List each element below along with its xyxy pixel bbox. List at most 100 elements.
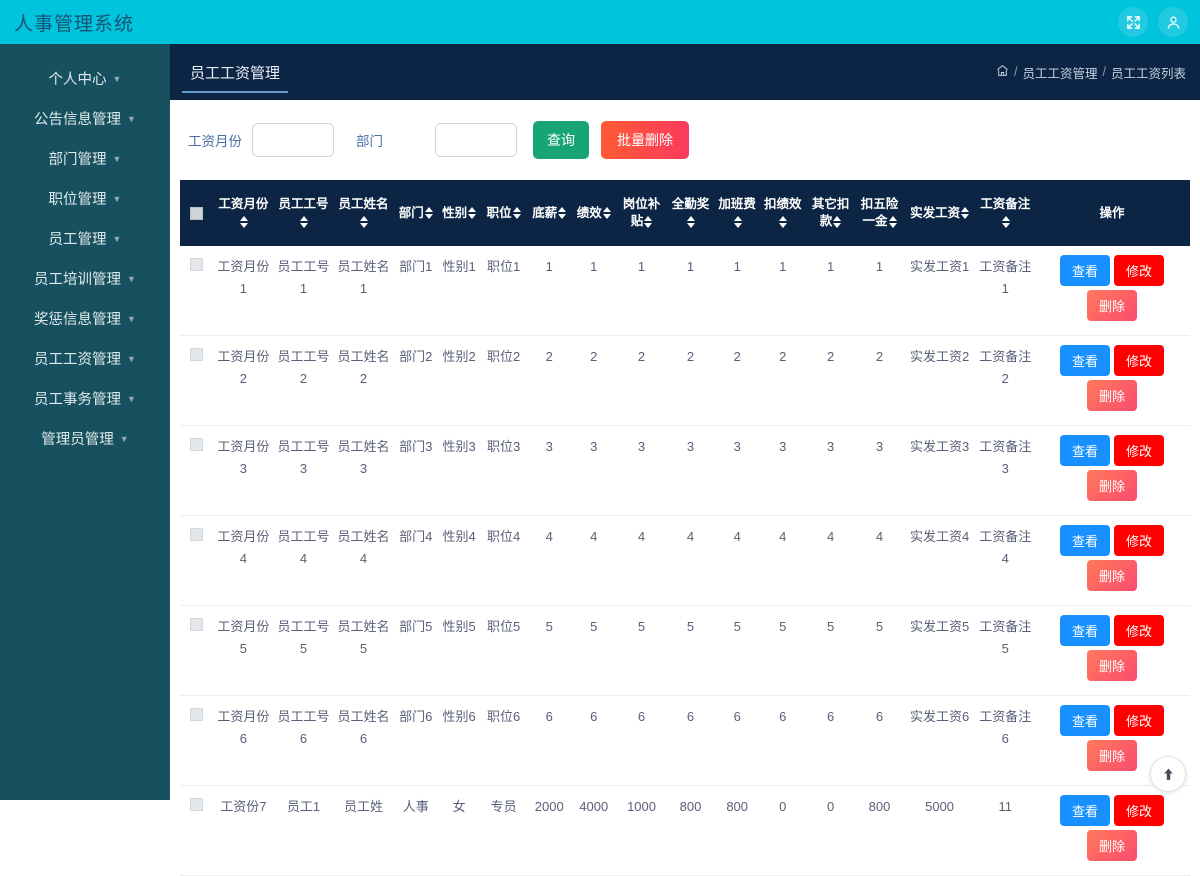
home-icon[interactable]: [996, 64, 1009, 80]
sort-icon[interactable]: [687, 216, 695, 228]
sort-icon[interactable]: [833, 216, 841, 228]
sort-icon[interactable]: [644, 216, 652, 228]
sort-icon[interactable]: [513, 207, 521, 219]
cell-net: 实发工资5: [903, 606, 976, 696]
sidebar-item-6[interactable]: 奖惩信息管理 ▼: [0, 298, 170, 338]
delete-button[interactable]: 删除: [1087, 290, 1137, 321]
back-to-top-button[interactable]: [1150, 756, 1186, 792]
delete-button[interactable]: 删除: [1087, 650, 1137, 681]
th-employee-no[interactable]: 员工工号: [273, 180, 333, 246]
edit-button[interactable]: 修改: [1114, 615, 1164, 646]
chevron-down-icon: ▼: [127, 395, 136, 404]
cell-dep: 部门1: [394, 246, 438, 336]
cell-note: 工资备注2: [976, 336, 1034, 426]
sort-icon[interactable]: [889, 216, 897, 228]
row-select-cell[interactable]: [180, 696, 213, 786]
row-checkbox[interactable]: [190, 438, 203, 451]
tab-salary-management[interactable]: 员工工资管理: [182, 62, 288, 93]
sort-icon[interactable]: [300, 216, 308, 228]
sidebar-item-0[interactable]: 个人中心 ▼: [0, 58, 170, 98]
salary-month-input[interactable]: [252, 123, 334, 157]
cell-oth: 6: [805, 696, 856, 786]
sort-icon[interactable]: [779, 216, 787, 228]
view-button[interactable]: 查看: [1060, 345, 1110, 376]
row-select-cell[interactable]: [180, 246, 213, 336]
th-net-salary[interactable]: 实发工资: [903, 180, 976, 246]
th-other-deduction[interactable]: 其它扣款: [805, 180, 856, 246]
cell-no: 员工工号4: [273, 516, 333, 606]
query-button[interactable]: 查询: [533, 121, 589, 159]
sidebar-item-8[interactable]: 员工事务管理 ▼: [0, 378, 170, 418]
th-post-subsidy[interactable]: 岗位补贴: [616, 180, 667, 246]
row-select-cell[interactable]: [180, 336, 213, 426]
sort-icon[interactable]: [425, 207, 433, 219]
sort-icon[interactable]: [603, 207, 611, 219]
row-checkbox[interactable]: [190, 708, 203, 721]
delete-button[interactable]: 删除: [1087, 470, 1137, 501]
sidebar-item-2[interactable]: 部门管理 ▼: [0, 138, 170, 178]
edit-button[interactable]: 修改: [1114, 525, 1164, 556]
row-checkbox[interactable]: [190, 528, 203, 541]
breadcrumb-item-0[interactable]: 员工工资管理: [1022, 63, 1097, 82]
delete-button[interactable]: 删除: [1087, 380, 1137, 411]
row-checkbox[interactable]: [190, 258, 203, 271]
sort-icon[interactable]: [240, 216, 248, 228]
fullscreen-icon[interactable]: [1118, 7, 1148, 37]
delete-button[interactable]: 删除: [1087, 830, 1137, 861]
row-checkbox[interactable]: [190, 348, 203, 361]
row-checkbox[interactable]: [190, 618, 203, 631]
th-salary-note[interactable]: 工资备注: [976, 180, 1034, 246]
delete-button[interactable]: 删除: [1087, 740, 1137, 771]
view-button[interactable]: 查看: [1060, 615, 1110, 646]
th-insurance-deduction[interactable]: 扣五险一金: [856, 180, 903, 246]
sort-icon[interactable]: [1002, 216, 1010, 228]
sidebar-item-4[interactable]: 员工管理 ▼: [0, 218, 170, 258]
row-select-cell[interactable]: [180, 606, 213, 696]
th-gender[interactable]: 性别: [438, 180, 480, 246]
th-overtime-pay[interactable]: 加班费: [714, 180, 761, 246]
sidebar-item-1[interactable]: 公告信息管理 ▼: [0, 98, 170, 138]
row-select-cell[interactable]: [180, 786, 213, 876]
sort-icon[interactable]: [734, 216, 742, 228]
edit-button[interactable]: 修改: [1114, 255, 1164, 286]
sort-icon[interactable]: [961, 207, 969, 219]
view-button[interactable]: 查看: [1060, 705, 1110, 736]
th-attendance-bonus[interactable]: 全勤奖: [667, 180, 714, 246]
sidebar-item-label: 员工事务管理: [34, 388, 121, 409]
th-base-salary[interactable]: 底薪: [527, 180, 571, 246]
th-salary-month[interactable]: 工资月份: [213, 180, 273, 246]
department-input[interactable]: [435, 123, 517, 157]
th-employee-name[interactable]: 员工姓名: [333, 180, 393, 246]
th-select-all[interactable]: [180, 180, 213, 246]
user-icon[interactable]: [1158, 7, 1188, 37]
cell-nm: 员工姓名2: [333, 336, 393, 426]
view-button[interactable]: 查看: [1060, 525, 1110, 556]
th-department[interactable]: 部门: [394, 180, 438, 246]
sort-icon[interactable]: [468, 207, 476, 219]
cell-att: 4: [667, 516, 714, 606]
table-row: 工资月份3员工工号3员工姓名3部门3性别3职位333333333实发工资3工资备…: [180, 426, 1190, 516]
edit-button[interactable]: 修改: [1114, 345, 1164, 376]
cell-ot: 3: [714, 426, 761, 516]
breadcrumb-item-1[interactable]: 员工工资列表: [1111, 63, 1186, 82]
th-performance[interactable]: 绩效: [571, 180, 615, 246]
cell-ded: 2: [761, 336, 805, 426]
view-button[interactable]: 查看: [1060, 435, 1110, 466]
sidebar-item-3[interactable]: 职位管理 ▼: [0, 178, 170, 218]
sidebar-item-7[interactable]: 员工工资管理 ▼: [0, 338, 170, 378]
th-performance-deduction[interactable]: 扣绩效: [761, 180, 805, 246]
row-select-cell[interactable]: [180, 516, 213, 606]
th-position[interactable]: 职位: [480, 180, 527, 246]
sort-icon[interactable]: [558, 207, 566, 219]
select-all-checkbox[interactable]: [190, 207, 203, 220]
edit-button[interactable]: 修改: [1114, 435, 1164, 466]
breadcrumb-separator: /: [1014, 65, 1017, 79]
delete-button[interactable]: 删除: [1087, 560, 1137, 591]
row-select-cell[interactable]: [180, 426, 213, 516]
view-button[interactable]: 查看: [1060, 255, 1110, 286]
sort-icon[interactable]: [360, 216, 368, 228]
edit-button[interactable]: 修改: [1114, 705, 1164, 736]
batch-delete-button[interactable]: 批量删除: [601, 121, 689, 159]
sidebar-item-5[interactable]: 员工培训管理 ▼: [0, 258, 170, 298]
sidebar-item-9[interactable]: 管理员管理 ▼: [0, 418, 170, 458]
